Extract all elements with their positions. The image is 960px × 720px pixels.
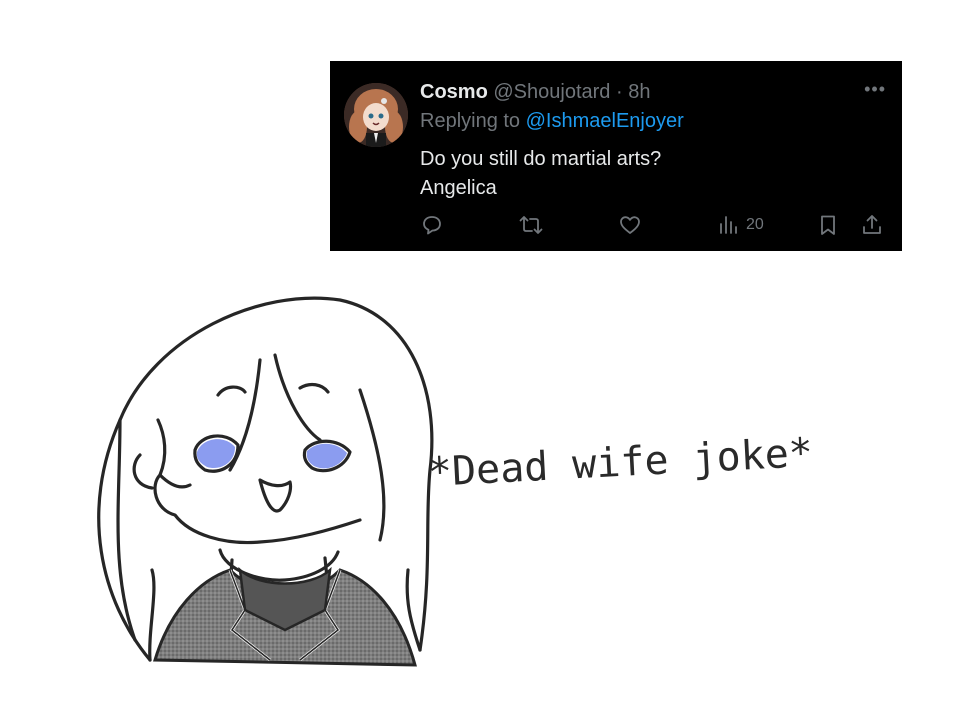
tweet-line: Angelica: [420, 177, 497, 199]
left-eyebrow: [216, 385, 247, 397]
share-icon: [863, 215, 881, 234]
reply-button[interactable]: [420, 211, 444, 239]
replying-prefix: Replying to: [420, 110, 521, 132]
tweet-line: Do you still do martial arts?: [420, 148, 662, 170]
views-icon: [720, 216, 737, 234]
more-options-icon[interactable]: •••: [864, 79, 886, 100]
tweet-text: Do you still do martial arts? Angelica: [420, 145, 661, 203]
display-name[interactable]: Cosmo: [420, 81, 488, 103]
tweet-card[interactable]: Cosmo @Shoujotard · 8h ••• Replying to @…: [330, 61, 902, 251]
mouth: [258, 478, 293, 513]
avatar-image: [344, 83, 408, 147]
separator: ·: [615, 81, 623, 103]
handle[interactable]: @Shoujotard: [493, 81, 610, 103]
mention-link[interactable]: @IshmaelEnjoyer: [526, 110, 684, 132]
avatar[interactable]: [344, 83, 408, 147]
right-eyebrow: [298, 382, 330, 394]
views-count: 20: [746, 216, 764, 233]
retweet-icon: [519, 216, 543, 234]
retweet-button[interactable]: [518, 211, 544, 239]
bookmark-icon: [821, 215, 835, 235]
action-bar: 20: [420, 211, 890, 239]
views-button[interactable]: 20: [718, 211, 764, 239]
heart-icon: [620, 216, 640, 234]
replying-to: Replying to @IshmaelEnjoyer: [420, 109, 684, 133]
like-button[interactable]: [618, 211, 642, 239]
bookmark-button[interactable]: [817, 211, 839, 239]
reply-icon: [423, 216, 441, 235]
timestamp[interactable]: 8h: [628, 81, 650, 103]
share-button[interactable]: [860, 211, 884, 239]
tweet-header: Cosmo @Shoujotard · 8h: [420, 80, 650, 104]
